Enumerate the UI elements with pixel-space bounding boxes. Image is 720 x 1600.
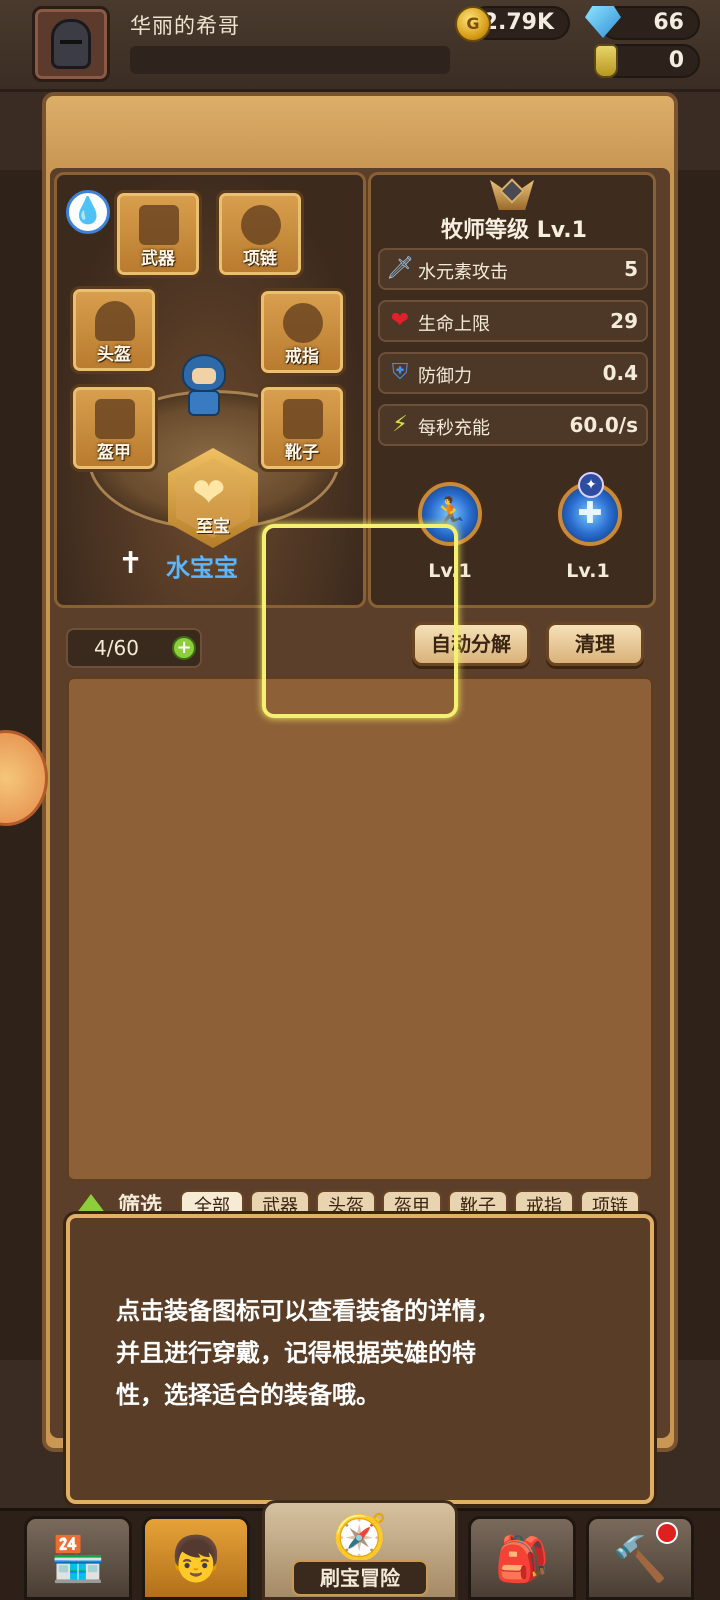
backpack-icon: 🎒 [494, 1534, 550, 1585]
nav-shop-button[interactable]: 🏪 [24, 1516, 132, 1600]
stat-row-max-hp: ❤ 生命上限 29 [378, 300, 648, 342]
boots-slot[interactable]: 靴子 [258, 384, 346, 472]
stat-label: 生命上限 [418, 314, 490, 335]
right-background-edge [678, 170, 720, 1360]
ring-slot-label: 戒指 [285, 347, 319, 367]
hero-name: 水宝宝 [166, 554, 238, 582]
helmet-slot[interactable]: 头盔 [70, 286, 158, 374]
shield-icon: ⛨ [391, 360, 409, 385]
stat-row-defense: ⛨ 防御力 0.4 [378, 352, 648, 394]
heart-icon: ❤ [390, 308, 410, 333]
tutorial-line-3: 性，选择适合的装备哦。 [116, 1381, 380, 1409]
stat-value: 5 [624, 257, 638, 281]
stat-label: 水元素攻击 [418, 262, 508, 283]
player-avatar[interactable] [32, 6, 110, 82]
tutorial-line-2: 并且进行穿戴，记得根据英雄的特 [116, 1339, 476, 1367]
ring-icon [283, 303, 323, 343]
stat-row-charge-rate: ⚡ 每秒充能 60.0/s [378, 404, 648, 446]
boots-slot-label: 靴子 [285, 443, 319, 463]
necklace-slot[interactable]: 项链 [216, 190, 304, 278]
weapon-slot-label: 武器 [141, 249, 175, 269]
stat-label: 每秒充能 [418, 418, 490, 439]
nav-hero-button[interactable]: 👦 [142, 1516, 250, 1600]
priest-staff-icon: ✝ [118, 546, 144, 581]
inventory-grid[interactable] [66, 676, 654, 1182]
stat-label: 防御力 [418, 366, 472, 387]
boots-icon [283, 399, 323, 439]
shop-icon: 🏪 [50, 1534, 106, 1585]
tutorial-line-1: 点击装备图标可以查看装备的详情， [116, 1297, 500, 1325]
hero-portrait-icon: 👦 [168, 1534, 224, 1585]
expand-capacity-button[interactable]: + [172, 636, 196, 660]
compass-icon: 🧭 [332, 1512, 388, 1563]
tutorial-text: 点击装备图标可以查看装备的详情， 并且进行穿戴，记得根据英雄的特 性，选择适合的… [116, 1290, 616, 1416]
player-subinfo-bar [130, 46, 450, 74]
armor-icon [95, 399, 135, 439]
skill-2-level: Lv.1 [566, 560, 610, 582]
knight-helmet-icon [51, 19, 91, 69]
stat-value: 60.0/s [569, 413, 638, 437]
stat-value: 0.4 [602, 361, 638, 385]
necklace-icon [241, 205, 281, 245]
player-name: 华丽的希哥 [130, 14, 240, 38]
potion-bottle-icon [594, 44, 618, 78]
lightning-sword-icon: ⚡ [392, 412, 408, 437]
nav-bag-button[interactable]: 🎒 [468, 1516, 576, 1600]
skill-buff-badge-icon: ✦ [578, 472, 604, 498]
clean-button[interactable]: 清理 [546, 622, 644, 666]
nav-adventure-label[interactable]: 刷宝冒险 [292, 1560, 428, 1596]
holy-cross-skill-icon: ✚ [577, 496, 603, 531]
ring-slot[interactable]: 戒指 [258, 288, 346, 376]
priest-hero-sprite [178, 354, 230, 418]
class-level: 牧师等级 Lv.1 [441, 218, 587, 243]
water-blade-icon: 🗡 [386, 256, 414, 281]
water-element-icon: 💧 [66, 190, 110, 234]
stat-row-water-attack: 🗡 水元素攻击 5 [378, 248, 648, 290]
treasure-slot-label: 至宝 [196, 517, 230, 537]
hammer-icon: 🔨 [612, 1534, 668, 1585]
notification-dot [656, 1522, 678, 1544]
helmet-icon [95, 301, 135, 341]
stat-value: 29 [610, 309, 638, 333]
armor-slot-label: 盔甲 [97, 443, 131, 463]
sword-icon [139, 205, 179, 245]
necklace-slot-label: 项链 [243, 249, 277, 269]
nav-forge-button[interactable]: 🔨 [586, 1516, 694, 1600]
helmet-slot-label: 头盔 [97, 345, 131, 365]
weapon-slot[interactable]: 武器 [114, 190, 202, 278]
heart-icon: ❤ [192, 470, 226, 516]
armor-slot[interactable]: 盔甲 [70, 384, 158, 472]
gold-coin-icon: G [455, 6, 491, 42]
tutorial-highlight-box [262, 524, 458, 718]
panel-header-decoration [46, 96, 674, 170]
